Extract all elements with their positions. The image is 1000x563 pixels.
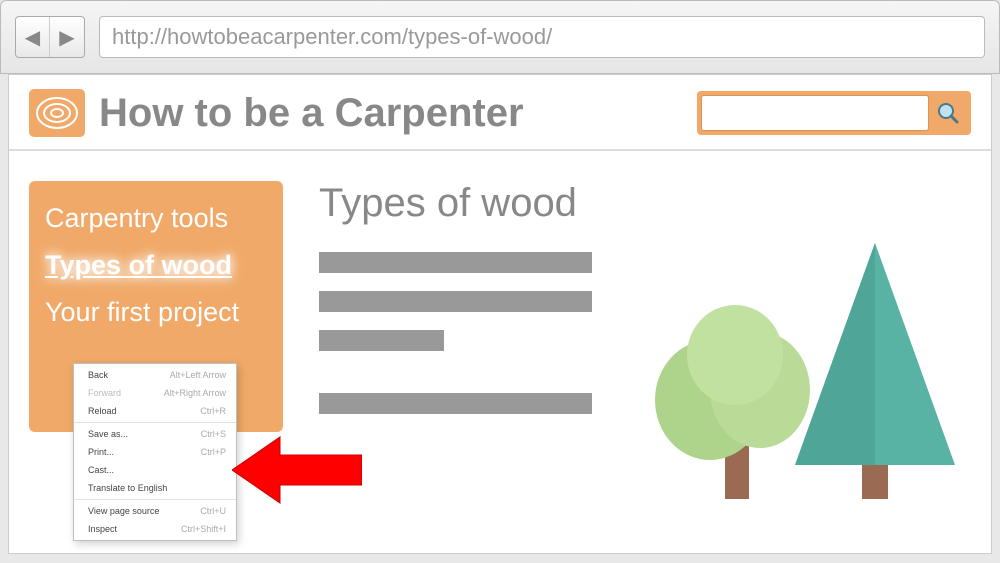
search-button[interactable] [929, 95, 967, 131]
forward-button[interactable]: ▶ [50, 17, 84, 57]
search-icon [936, 101, 960, 125]
sidebar-item-project[interactable]: Your first project [45, 289, 267, 336]
address-bar[interactable]: http://howtobeacarpenter.com/types-of-wo… [99, 16, 985, 58]
ctx-print[interactable]: Print...Ctrl+P [74, 443, 236, 461]
text-placeholder [319, 393, 592, 414]
site-logo[interactable] [29, 89, 85, 137]
browser-toolbar: ◀ ▶ http://howtobeacarpenter.com/types-o… [0, 0, 1000, 74]
page-title: Types of wood [319, 181, 971, 226]
ctx-cast[interactable]: Cast... [74, 461, 236, 479]
page-viewport: How to be a Carpenter Carpentry tools Ty… [8, 74, 992, 554]
sidebar-item-tools[interactable]: Carpentry tools [45, 195, 267, 242]
ctx-save-as[interactable]: Save as...Ctrl+S [74, 425, 236, 443]
back-button[interactable]: ◀ [16, 17, 50, 57]
ctx-translate[interactable]: Translate to English [74, 479, 236, 497]
ctx-reload[interactable]: ReloadCtrl+R [74, 402, 236, 420]
ctx-separator [74, 422, 236, 423]
url-text: http://howtobeacarpenter.com/types-of-wo… [112, 24, 552, 50]
wood-rings-icon [35, 95, 79, 131]
ctx-back[interactable]: BackAlt+Left Arrow [74, 366, 236, 384]
context-menu: BackAlt+Left Arrow ForwardAlt+Right Arro… [73, 363, 237, 541]
text-placeholder [319, 291, 592, 312]
site-header: How to be a Carpenter [9, 75, 991, 151]
ctx-separator [74, 499, 236, 500]
sidebar-item-types[interactable]: Types of wood [45, 242, 267, 289]
ctx-view-source[interactable]: View page sourceCtrl+U [74, 502, 236, 520]
site-title: How to be a Carpenter [99, 91, 697, 136]
ctx-inspect[interactable]: InspectCtrl+Shift+I [74, 520, 236, 538]
text-placeholder [319, 252, 592, 273]
search-box [697, 91, 971, 135]
ctx-forward: ForwardAlt+Right Arrow [74, 384, 236, 402]
search-input[interactable] [701, 95, 929, 131]
text-placeholder [319, 330, 444, 351]
nav-buttons: ◀ ▶ [15, 16, 85, 58]
trees-illustration [625, 235, 965, 515]
